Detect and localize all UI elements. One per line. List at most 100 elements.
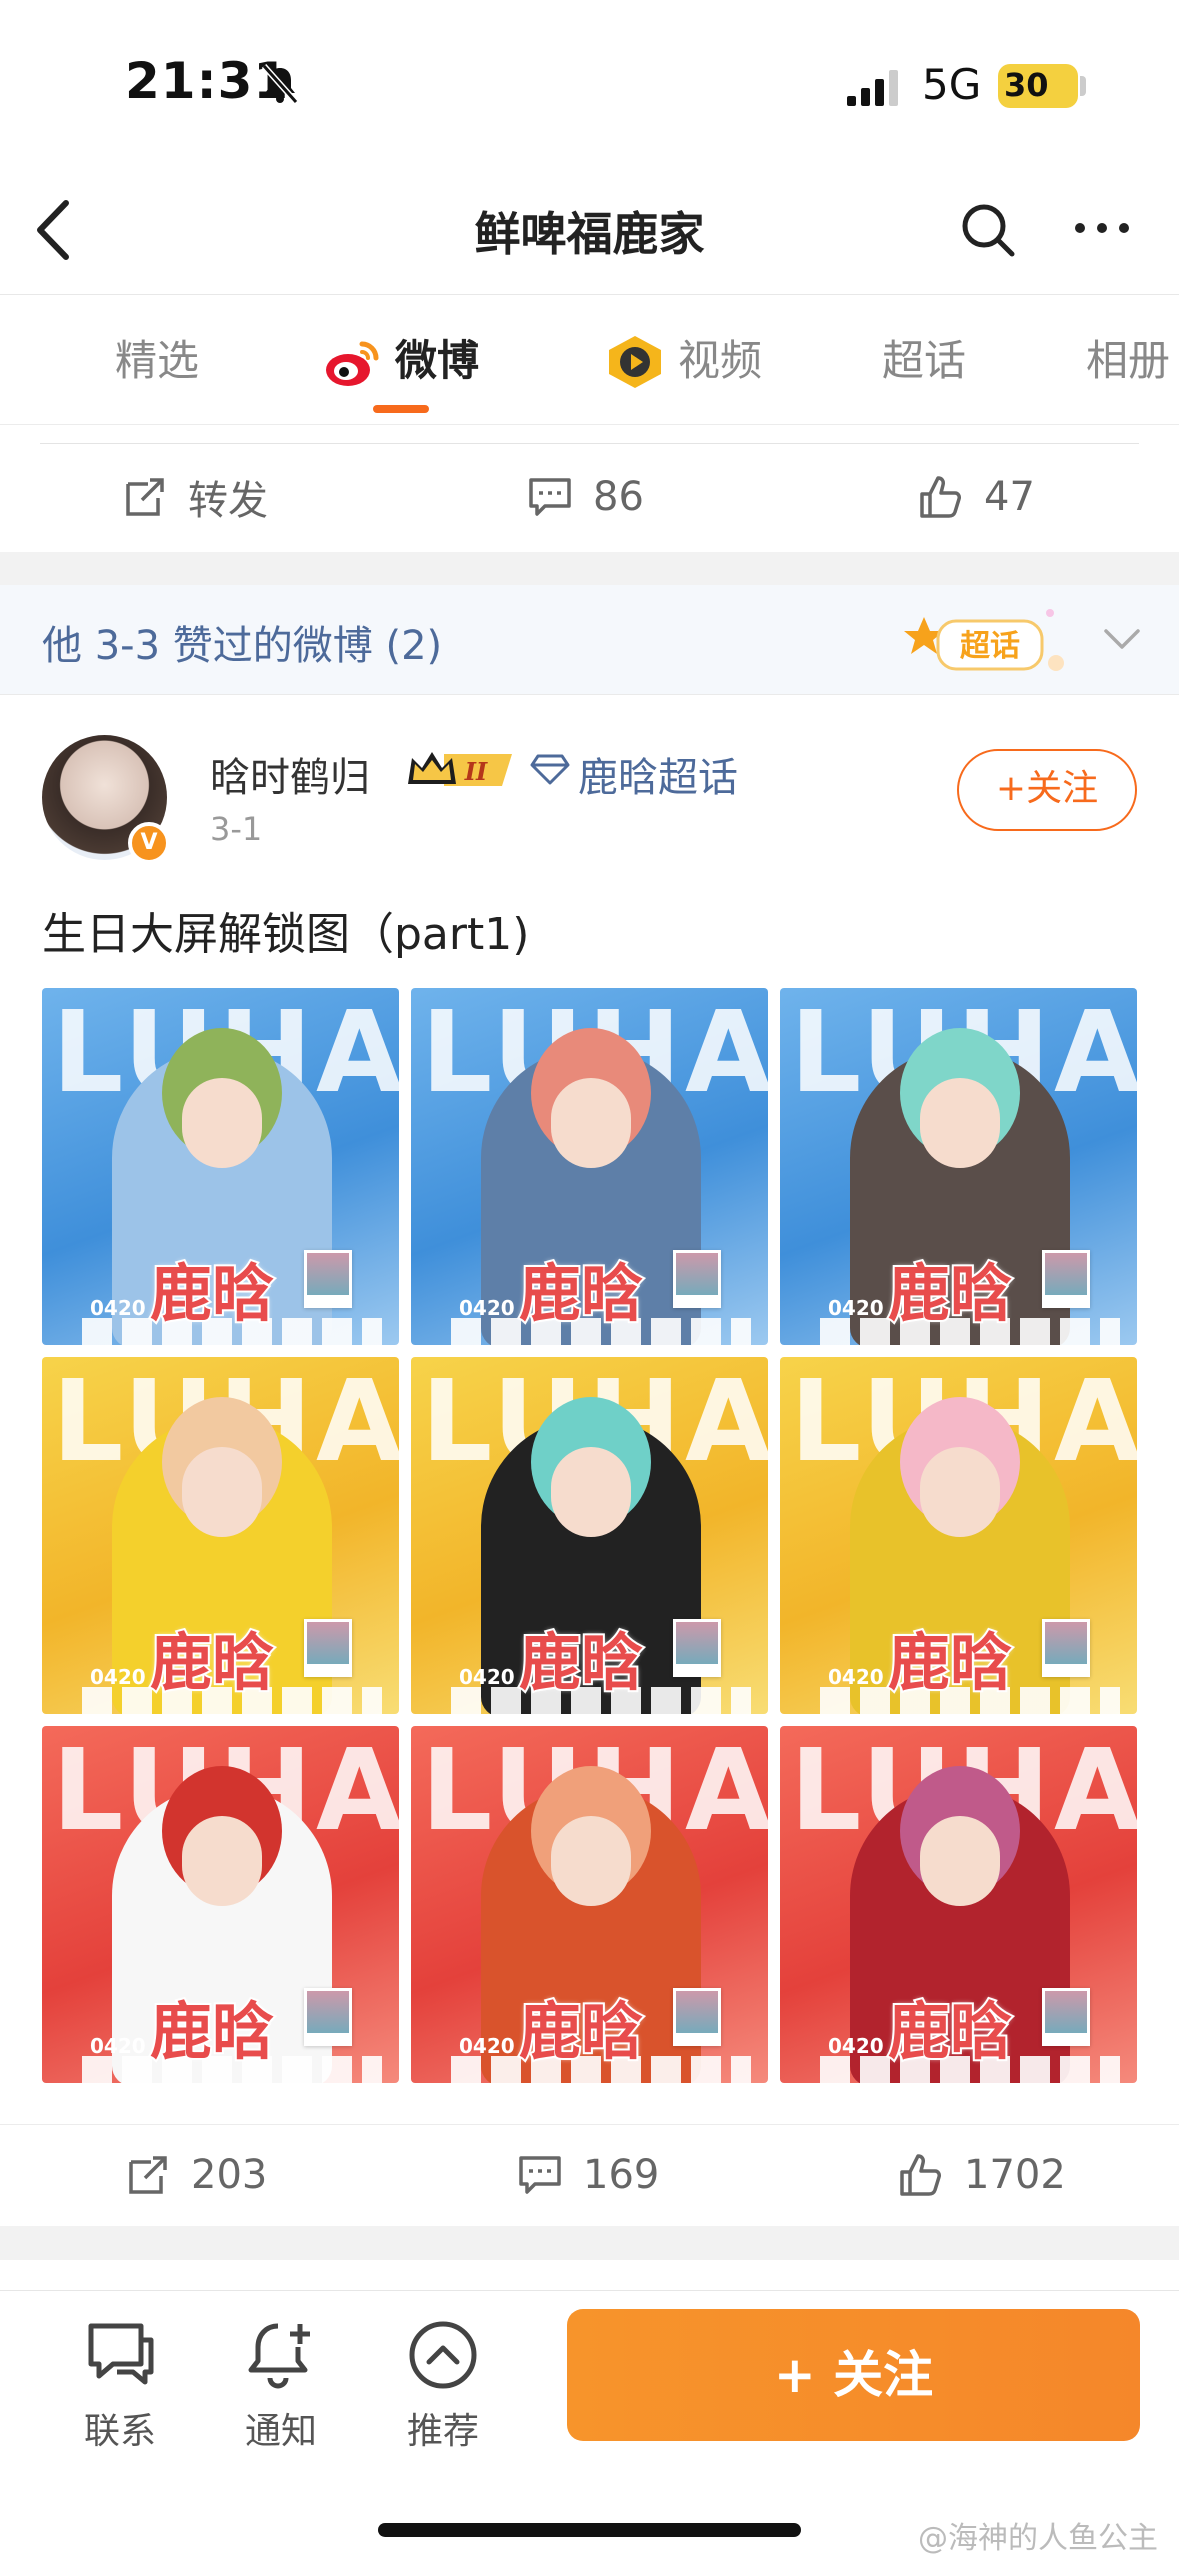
nav-bar: 鲜啤福鹿家	[0, 170, 1179, 295]
like-count: 47	[984, 474, 1035, 520]
weibo-logo-icon	[326, 341, 379, 386]
image-face	[920, 1816, 1000, 1906]
comment-icon	[529, 478, 571, 516]
battery-indicator: 30	[998, 64, 1078, 108]
comment-count: 169	[583, 2152, 660, 2198]
watermark: @海神的人鱼公主	[918, 2521, 1158, 2556]
image-name: 鹿晗	[886, 1993, 1014, 2070]
image-face	[920, 1078, 1000, 1168]
image-name: 鹿晗	[886, 1255, 1014, 1332]
thumbs-up-icon	[900, 2154, 941, 2196]
follow-main-button[interactable]: + 关注	[567, 2309, 1140, 2441]
tab-supertopic[interactable]: 超话	[882, 327, 966, 387]
search-icon[interactable]	[958, 200, 1018, 260]
grid-image[interactable]: LUHAN鹿晗0420	[411, 1726, 768, 2083]
supertopic-badge-label: 超话	[960, 629, 1020, 664]
username[interactable]: 晗时鹤归	[210, 745, 370, 803]
tab-video[interactable]: 视频	[678, 327, 762, 387]
notify-button[interactable]: 通知	[226, 2316, 336, 2454]
home-indicator[interactable]	[378, 2523, 801, 2537]
image-name: 鹿晗	[148, 1624, 276, 1701]
grid-image[interactable]: LUHAN鹿晗0420	[780, 1357, 1137, 1714]
tab-weibo[interactable]: 微博	[395, 327, 479, 387]
repost-button[interactable]: 转发	[122, 467, 268, 527]
bell-plus-icon	[248, 2323, 310, 2389]
image-name: 鹿晗	[148, 1993, 276, 2070]
image-face	[551, 1447, 631, 1537]
image-face	[920, 1447, 1000, 1537]
image-polaroid	[304, 1250, 352, 1308]
comment-button[interactable]: 86	[527, 467, 644, 527]
tab-featured[interactable]: 精选	[115, 327, 199, 387]
contact-label: 联系	[83, 2411, 156, 2452]
grid-image[interactable]: LUHAN鹿晗0420	[42, 1726, 399, 2083]
more-icon[interactable]	[1072, 218, 1132, 238]
image-polaroid	[673, 1250, 721, 1308]
supertopic-link[interactable]: 鹿晗超话	[578, 745, 738, 803]
image-polaroid	[1042, 1250, 1090, 1308]
active-tab-indicator	[373, 405, 429, 413]
image-name: 鹿晗	[517, 1255, 645, 1332]
grid-image[interactable]: LUHAN鹿晗0420	[42, 988, 399, 1345]
grid-image[interactable]: LUHAN鹿晗0420	[411, 1357, 768, 1714]
like-count: 1702	[964, 2152, 1066, 2198]
chevron-down-icon[interactable]	[1100, 621, 1144, 657]
repost-icon	[126, 478, 164, 516]
image-face	[182, 1078, 262, 1168]
comment-button[interactable]: 169	[517, 2145, 659, 2205]
image-face	[551, 1078, 631, 1168]
image-date: 0420	[828, 1296, 884, 1320]
thumbs-up-icon	[920, 476, 961, 518]
image-date: 0420	[459, 2034, 515, 2058]
image-name: 鹿晗	[517, 1993, 645, 2070]
network-label: 5G	[922, 60, 982, 109]
image-date: 0420	[90, 1296, 146, 1320]
tab-album[interactable]: 相册	[1086, 327, 1170, 387]
image-date: 0420	[90, 1665, 146, 1689]
grid-image[interactable]: LUHAN鹿晗0420	[780, 1726, 1137, 2083]
repost-label: 转发	[188, 478, 268, 524]
bell-muted-icon	[261, 64, 299, 104]
repost-icon	[129, 2156, 167, 2194]
verified-badge-icon: V	[128, 822, 170, 864]
image-face	[182, 1816, 262, 1906]
post-date: 3-1	[210, 810, 263, 848]
liked-posts-header[interactable]: 他 3-3 赞过的微博 (2) 超话	[0, 585, 1179, 695]
recommend-button[interactable]: 推荐	[388, 2316, 498, 2454]
prev-post-actions: 转发 86 47	[0, 447, 1179, 547]
battery-tip	[1080, 76, 1086, 96]
image-name: 鹿晗	[517, 1624, 645, 1701]
video-logo-icon	[609, 336, 661, 388]
image-date: 0420	[459, 1665, 515, 1689]
image-polaroid	[1042, 1619, 1090, 1677]
repost-button[interactable]: 203	[125, 2145, 267, 2205]
image-grid: LUHAN鹿晗0420LUHAN鹿晗0420LUHAN鹿晗0420LUHAN鹿晗…	[42, 988, 1137, 2083]
image-face	[182, 1447, 262, 1537]
chevron-up-circle-icon	[409, 2321, 477, 2389]
grid-image[interactable]: LUHAN鹿晗0420	[411, 988, 768, 1345]
recommend-label: 推荐	[406, 2411, 479, 2452]
grid-image[interactable]: LUHAN鹿晗0420	[780, 988, 1137, 1345]
image-polaroid	[673, 1988, 721, 2046]
divider	[40, 443, 1139, 444]
grid-image[interactable]: LUHAN鹿晗0420	[42, 1357, 399, 1714]
profile-tabs: 精选 微博 视频 超话 相册	[0, 295, 1179, 425]
post-text: 生日大屏解锁图（part1)	[42, 909, 530, 960]
image-name: 鹿晗	[886, 1624, 1014, 1701]
vip-crown-badge-icon: II	[408, 752, 512, 786]
notify-label: 通知	[244, 2411, 317, 2452]
like-button[interactable]: 1702	[898, 2145, 1066, 2205]
contact-button[interactable]: 联系	[65, 2316, 175, 2454]
image-date: 0420	[90, 2034, 146, 2058]
image-polaroid	[304, 1988, 352, 2046]
image-polaroid	[1042, 1988, 1090, 2046]
bottom-action-bar: 联系 通知 推荐 + 关注 @海神的人鱼公主	[0, 2290, 1179, 2556]
follow-button[interactable]: +关注	[957, 749, 1137, 831]
image-date: 0420	[459, 1296, 515, 1320]
vip-level-label: II	[464, 757, 488, 786]
image-face	[551, 1816, 631, 1906]
status-bar: 21:31 5G 30	[0, 0, 1179, 170]
image-polaroid	[673, 1619, 721, 1677]
image-date: 0420	[828, 1665, 884, 1689]
like-button[interactable]: 47	[918, 467, 1035, 527]
